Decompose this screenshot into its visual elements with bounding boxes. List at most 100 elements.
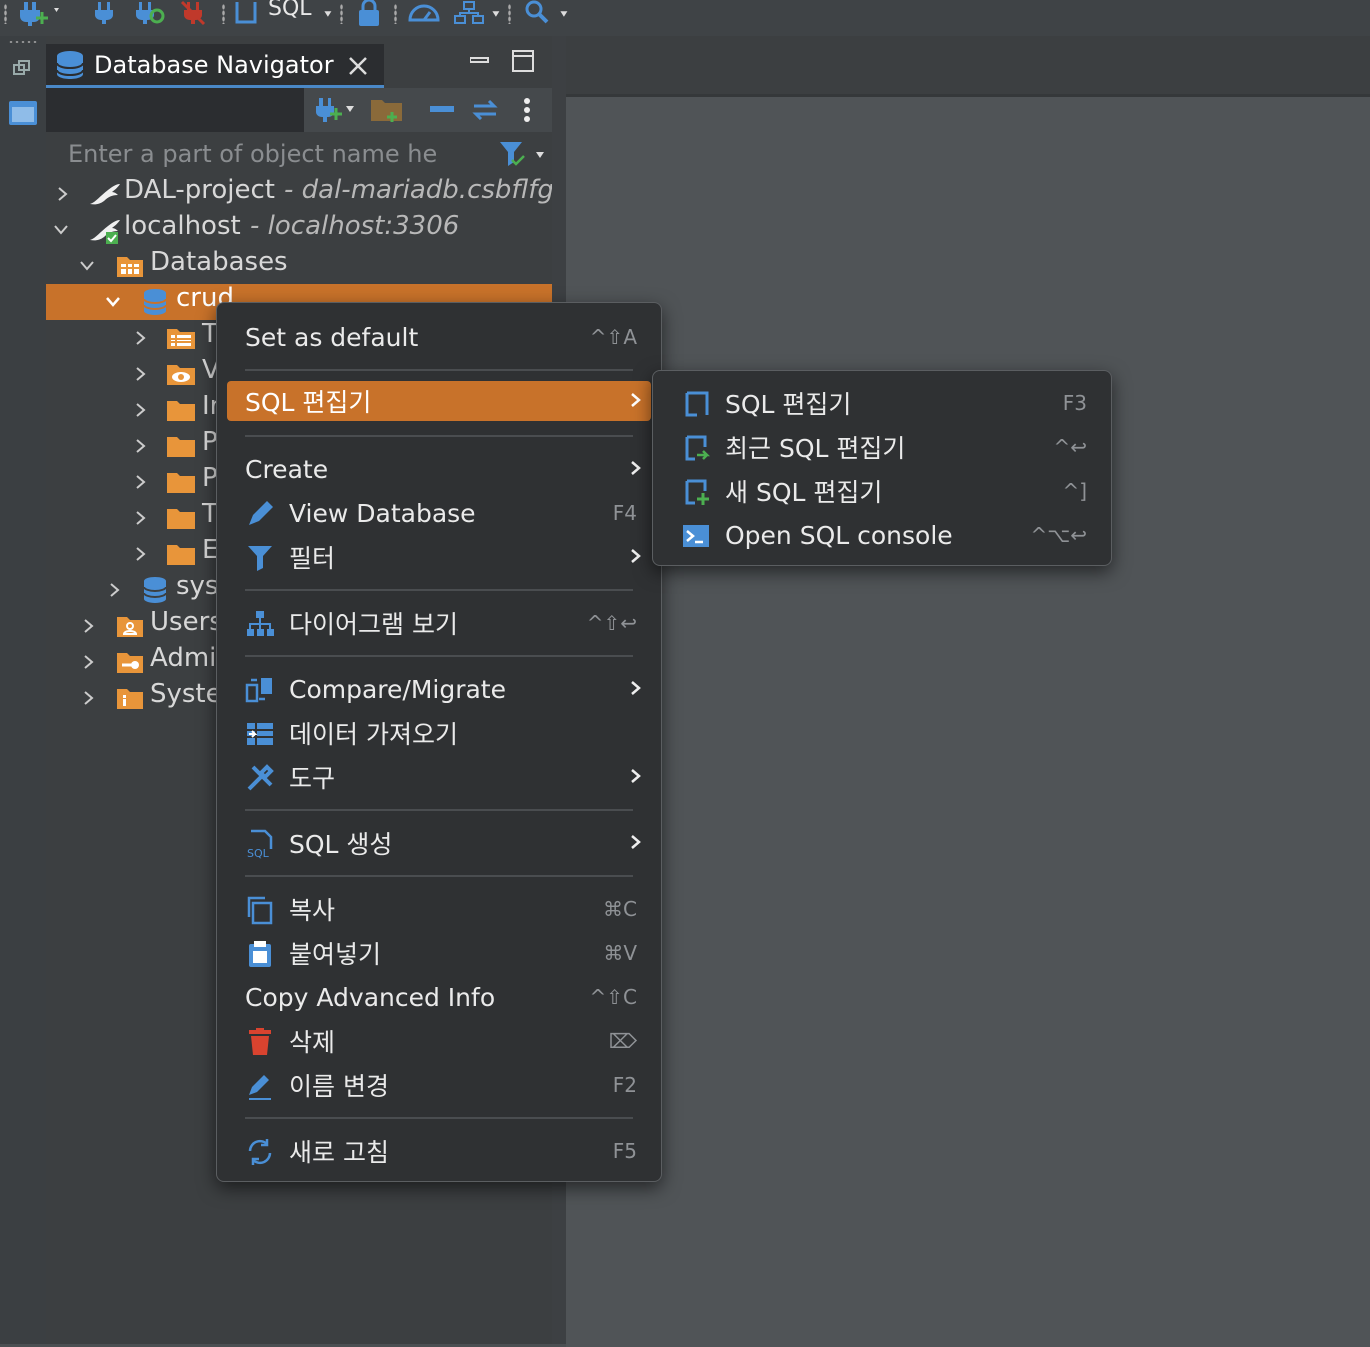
pencil-icon (249, 501, 273, 525)
menu-item-set-as-default[interactable]: Set as default ^⇧A (227, 317, 651, 357)
sql-editor-submenu: SQL 편집기 F3 최근 SQL 편집기 ^↩ 새 SQL 편집기 ^] Op… (652, 370, 1112, 566)
menu-shortcut: ^⇧C (589, 985, 637, 1009)
chevron-right-icon[interactable] (134, 547, 148, 561)
tree-item-databases[interactable]: Databases (46, 247, 552, 284)
menu-item-view-diagram[interactable]: 다이어그램 보기 ^⇧↩ (227, 603, 651, 643)
databases-folder-icon (117, 257, 143, 277)
sql-editor-icon[interactable] (232, 0, 260, 26)
chevron-right-icon[interactable] (134, 475, 148, 489)
editor-tab-bar (566, 36, 1370, 94)
new-folder-icon[interactable] (370, 96, 404, 124)
hierarchy-icon[interactable] (452, 0, 486, 26)
chevron-right-icon (631, 681, 641, 695)
menu-separator (245, 655, 633, 657)
menu-label: Create (245, 454, 329, 484)
recent-sql-editor-icon (685, 435, 711, 461)
chevron-right-icon[interactable] (134, 403, 148, 417)
toolbar-separator (394, 4, 397, 24)
chevron-right-icon[interactable] (134, 439, 148, 453)
menu-item-open-sql-editor[interactable]: SQL 편집기 F3 (663, 383, 1101, 423)
lock-icon[interactable] (354, 0, 384, 26)
filter-settings-icon[interactable] (498, 140, 548, 170)
reconnect-icon[interactable] (132, 0, 168, 26)
chevron-right-icon[interactable] (134, 331, 148, 345)
menu-item-generate-sql[interactable]: SQL SQL 생성 (227, 823, 651, 863)
minimize-icon[interactable] (469, 50, 490, 63)
more-menu-icon[interactable] (522, 96, 532, 126)
menu-label: 데이터 가져오기 (289, 720, 458, 749)
chevron-down-icon[interactable] (54, 223, 68, 237)
tree-item-localhost[interactable]: localhost - localhost:3306 (46, 211, 552, 248)
chevron-right-icon[interactable] (82, 691, 96, 705)
new-connection-icon[interactable] (314, 96, 358, 124)
menu-item-copy[interactable]: 복사 ⌘C (227, 889, 651, 929)
menu-item-recent-sql-editor[interactable]: 최근 SQL 편집기 ^↩ (663, 427, 1101, 467)
tab-title: Database Navigator (94, 50, 334, 79)
menu-item-tools[interactable]: 도구 (227, 757, 651, 797)
folder-name: Databases (150, 247, 288, 277)
menu-item-refresh[interactable]: 새로 고침 F5 (227, 1131, 651, 1171)
rename-pencil-icon (249, 1075, 271, 1100)
menu-label: Copy Advanced Info (245, 982, 496, 1012)
drag-handle[interactable] (8, 40, 38, 44)
collapse-all-icon[interactable] (428, 100, 456, 120)
chevron-right-icon (631, 769, 641, 783)
tab-database-navigator[interactable]: Database Navigator (46, 44, 384, 88)
menu-item-new-sql-editor[interactable]: 새 SQL 편집기 ^] (663, 471, 1101, 511)
import-table-icon (247, 723, 273, 745)
menu-shortcut: ^⇧↩ (586, 611, 637, 635)
copy-icon (247, 896, 273, 925)
close-icon[interactable] (348, 56, 368, 76)
menu-item-open-sql-console[interactable]: Open SQL console ^⌥↩ (663, 515, 1101, 555)
menu-shortcut: F4 (612, 501, 637, 525)
menu-item-copy-advanced-info[interactable]: Copy Advanced Info ^⇧C (227, 977, 651, 1017)
menu-item-import-data[interactable]: 데이터 가져오기 (227, 713, 651, 753)
menu-item-view-database[interactable]: View Database F4 (227, 493, 651, 533)
tools-icon (247, 764, 274, 791)
chevron-right-icon[interactable] (56, 187, 70, 201)
menu-item-paste[interactable]: 붙여넣기 ⌘V (227, 933, 651, 973)
chevron-down-icon[interactable] (556, 0, 572, 26)
menu-shortcut: ^⇧A (589, 325, 637, 349)
chevron-down-icon[interactable] (80, 259, 94, 273)
menu-label: 새로 고침 (289, 1138, 389, 1167)
menu-item-delete[interactable]: 삭제 ⌦ (227, 1021, 651, 1061)
menu-separator (245, 875, 633, 877)
menu-item-rename[interactable]: 이름 변경 F2 (227, 1065, 651, 1105)
search-icon[interactable] (522, 0, 552, 26)
console-icon (683, 525, 709, 547)
link-editor-icon[interactable] (470, 98, 500, 121)
menu-item-sql-editor[interactable]: SQL 편집기 (227, 381, 651, 421)
object-name-filter-input[interactable]: Enter a part of object name he (68, 140, 437, 168)
menu-label: 이름 변경 (289, 1072, 389, 1101)
chevron-down-icon[interactable] (320, 0, 334, 26)
new-connection-icon[interactable] (14, 0, 66, 26)
chevron-right-icon[interactable] (82, 655, 96, 669)
restore-icon[interactable] (12, 58, 32, 78)
refresh-icon (248, 1139, 272, 1165)
svg-text:SQL: SQL (247, 847, 270, 859)
menu-item-create[interactable]: Create (227, 449, 651, 489)
chevron-down-icon[interactable] (106, 295, 120, 309)
window-icon[interactable] (8, 100, 38, 126)
chevron-right-icon[interactable] (82, 619, 96, 633)
users-folder-icon (117, 617, 143, 637)
maximize-icon[interactable] (512, 50, 534, 72)
toolbar-separator (340, 4, 343, 24)
chevron-right-icon[interactable] (134, 511, 148, 525)
chevron-right-icon[interactable] (134, 367, 148, 381)
menu-label: Set as default (245, 322, 419, 352)
connection-name: DAL-project (124, 176, 275, 205)
chevron-down-icon[interactable] (488, 0, 502, 26)
menu-label: SQL 편집기 (725, 390, 852, 419)
menu-item-filter[interactable]: 필터 (227, 537, 651, 577)
menu-item-compare-migrate[interactable]: Compare/Migrate (227, 669, 651, 709)
sql-button-label[interactable]: SQL (268, 0, 312, 21)
folder-icon (167, 437, 195, 457)
chevron-right-icon[interactable] (108, 583, 122, 597)
connect-icon[interactable] (90, 0, 118, 26)
dashboard-icon[interactable] (404, 0, 444, 26)
disconnect-icon[interactable] (178, 0, 208, 26)
database-icon (143, 577, 167, 603)
tree-item-dal-project[interactable]: DAL-project - dal-mariadb.csbflfgg (46, 176, 552, 212)
